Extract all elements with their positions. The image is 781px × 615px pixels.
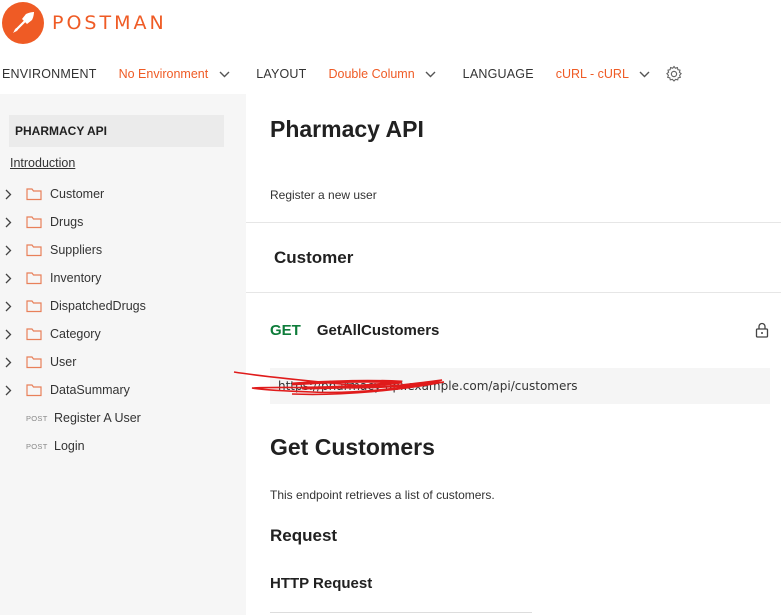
- sidebar-item-label: User: [50, 355, 77, 369]
- doc-toolbar: ENVIRONMENT No Environment LAYOUT Double…: [2, 62, 683, 86]
- method-badge: POST: [26, 441, 48, 451]
- chevron-right-icon[interactable]: [5, 245, 15, 256]
- request-header: GET GetAllCustomers: [270, 322, 439, 339]
- environment-label: ENVIRONMENT: [2, 67, 97, 81]
- sidebar: PHARMACY API Introduction Customer Drugs…: [0, 94, 246, 615]
- divider: [246, 222, 781, 223]
- folder-icon: [26, 244, 42, 257]
- redaction-scribble: [233, 371, 445, 396]
- http-method: GET: [270, 322, 301, 339]
- page-title: Pharmacy API: [270, 116, 424, 142]
- sidebar-folder-dispatched-drugs[interactable]: DispatchedDrugs: [0, 296, 146, 316]
- environment-select[interactable]: No Environment: [119, 67, 209, 81]
- sidebar-request-login[interactable]: POST Login: [26, 436, 85, 456]
- introduction-link[interactable]: Introduction: [10, 156, 75, 170]
- folder-section-title: Customer: [274, 248, 354, 267]
- sidebar-item-label: Inventory: [50, 271, 102, 285]
- sidebar-item-label: Customer: [50, 187, 105, 201]
- chevron-right-icon[interactable]: [5, 273, 15, 284]
- sidebar-item-label: DispatchedDrugs: [50, 299, 146, 313]
- language-label: LANGUAGE: [462, 67, 534, 81]
- divider: [270, 612, 532, 613]
- chevron-down-icon[interactable]: [425, 68, 437, 80]
- chevron-right-icon[interactable]: [5, 189, 15, 200]
- sidebar-folder-data-summary[interactable]: DataSummary: [0, 380, 130, 400]
- postman-rocket-icon: [2, 2, 44, 44]
- request-heading: Request: [270, 526, 338, 545]
- page-description: Register a new user: [270, 188, 377, 202]
- folder-icon: [26, 188, 42, 201]
- endpoint-title: Get Customers: [270, 434, 435, 460]
- folder-icon: [26, 328, 42, 341]
- endpoint-description: This endpoint retrieves a list of custom…: [270, 488, 495, 502]
- folder-icon: [26, 272, 42, 285]
- sidebar-folder-drugs[interactable]: Drugs: [0, 212, 83, 232]
- main-content: Pharmacy API Register a new user Custome…: [233, 94, 781, 615]
- postman-logo[interactable]: POSTMAN: [2, 0, 167, 46]
- sidebar-folder-inventory[interactable]: Inventory: [0, 268, 101, 288]
- sidebar-item-label: Login: [54, 439, 85, 453]
- sidebar-folder-suppliers[interactable]: Suppliers: [0, 240, 102, 260]
- layout-label: LAYOUT: [256, 67, 307, 81]
- language-select[interactable]: cURL - cURL: [556, 67, 629, 81]
- sidebar-item-label: Suppliers: [50, 243, 103, 257]
- folder-icon: [26, 300, 42, 313]
- lock-icon: [755, 322, 769, 338]
- method-badge: POST: [26, 413, 48, 423]
- chevron-down-icon[interactable]: [218, 68, 230, 80]
- http-request-heading: HTTP Request: [270, 575, 373, 592]
- chevron-right-icon[interactable]: [5, 301, 15, 312]
- sidebar-request-register-user[interactable]: POST Register A User: [26, 408, 141, 428]
- sidebar-item-label: Category: [50, 327, 101, 341]
- chevron-right-icon[interactable]: [5, 329, 15, 340]
- gear-icon[interactable]: [665, 65, 683, 83]
- chevron-down-icon[interactable]: [639, 68, 651, 80]
- layout-select[interactable]: Double Column: [329, 67, 415, 81]
- divider: [246, 292, 781, 293]
- sidebar-item-label: Drugs: [50, 215, 84, 229]
- sidebar-folder-category[interactable]: Category: [0, 324, 101, 344]
- sidebar-folder-user[interactable]: User: [0, 352, 76, 372]
- folder-icon: [26, 384, 42, 397]
- sidebar-item-label: DataSummary: [50, 383, 130, 397]
- folder-icon: [26, 356, 42, 369]
- collection-title[interactable]: PHARMACY API: [9, 115, 224, 147]
- chevron-right-icon[interactable]: [5, 217, 15, 228]
- request-name: GetAllCustomers: [316, 322, 440, 339]
- sidebar-folder-customer[interactable]: Customer: [0, 184, 104, 204]
- chevron-right-icon[interactable]: [5, 385, 15, 396]
- chevron-right-icon[interactable]: [5, 357, 15, 368]
- brand-name: POSTMAN: [52, 12, 167, 34]
- sidebar-item-label: Register A User: [54, 411, 141, 425]
- folder-icon: [26, 216, 42, 229]
